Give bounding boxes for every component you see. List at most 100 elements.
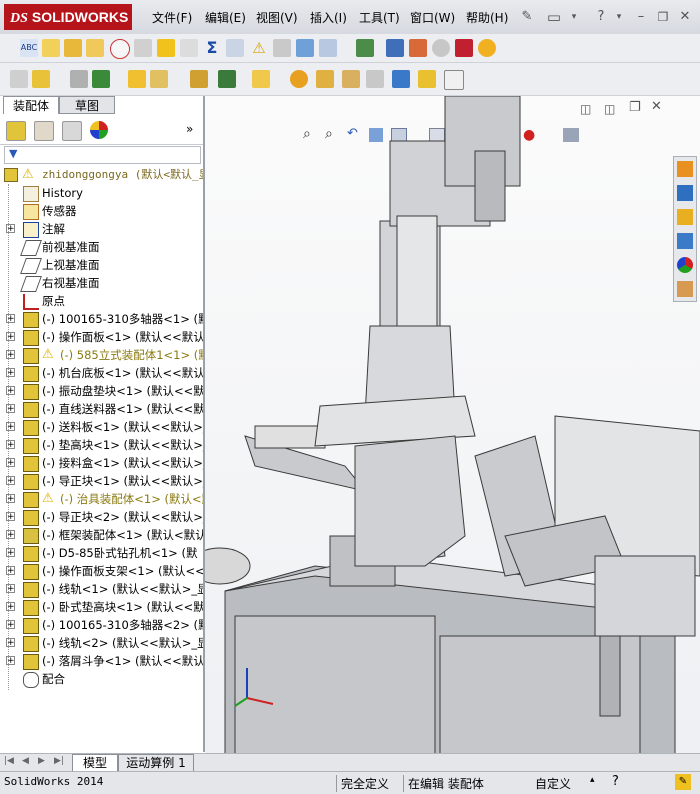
tree-item[interactable]: + (-) 框架装配体<1> (默认<默认 bbox=[0, 526, 203, 544]
tree-item[interactable]: 前视基准面 bbox=[0, 238, 203, 256]
check-icon[interactable] bbox=[157, 39, 175, 57]
units-selector[interactable]: 自定义 bbox=[535, 775, 571, 792]
reference-geometry-icon[interactable] bbox=[252, 70, 270, 88]
speedpak-icon[interactable] bbox=[418, 70, 436, 88]
tree-item[interactable]: + (-) 线轨<1> (默认<<默认>_显 bbox=[0, 580, 203, 598]
exploded-view-icon[interactable] bbox=[342, 70, 360, 88]
tree-item[interactable]: + (-) 接料盒<1> (默认<<默认>_ bbox=[0, 454, 203, 472]
tab-sketch[interactable]: 草图 bbox=[59, 96, 115, 114]
tree-item[interactable]: + (-) 导正块<2> (默认<<默认>_ bbox=[0, 508, 203, 526]
show-hidden-icon[interactable] bbox=[190, 70, 208, 88]
feature-manager-icon[interactable] bbox=[6, 121, 26, 141]
measure-icon[interactable] bbox=[86, 39, 104, 57]
tab-motion-study[interactable]: 运动算例 1 bbox=[118, 754, 194, 772]
balance-icon[interactable] bbox=[64, 39, 82, 57]
new-motion-icon[interactable] bbox=[290, 70, 308, 88]
photo-icon[interactable] bbox=[409, 39, 427, 57]
tree-item[interactable]: + (-) 操作面板<1> (默认<<默认> bbox=[0, 328, 203, 346]
component-icon[interactable] bbox=[296, 39, 314, 57]
sigma-icon[interactable]: Σ bbox=[203, 39, 221, 57]
tree-item[interactable]: + (-) 导正块<1> (默认<<默认>_ bbox=[0, 472, 203, 490]
chevron-down-icon[interactable]: ▾ bbox=[610, 8, 628, 26]
tree-item[interactable]: + (-) 机台底板<1> (默认<<默认 bbox=[0, 364, 203, 382]
interference-icon[interactable] bbox=[226, 39, 244, 57]
home-icon[interactable] bbox=[677, 161, 693, 177]
tree-item[interactable]: 右视基准面 bbox=[0, 274, 203, 292]
tree-item[interactable]: + (-) 落屑斗争<1> (默认<<默认 bbox=[0, 652, 203, 670]
tree-item[interactable]: + ⚠ (-) 治具装配体<1> (默认<默 bbox=[0, 490, 203, 508]
tree-item[interactable]: 原点 bbox=[0, 292, 203, 310]
graphics-viewport[interactable]: ⌕ ⌕ ↶ ◐ ● ◫ ◫ ❐ ✕ bbox=[205, 96, 700, 753]
tree-item[interactable]: + (-) 100165-310多轴器<1> (默 bbox=[0, 310, 203, 328]
minimize-icon[interactable]: – bbox=[632, 8, 650, 26]
tree-item[interactable]: + (-) 直线送料器<1> (默认<<默 bbox=[0, 400, 203, 418]
menu-view[interactable]: 视图(V) bbox=[256, 9, 298, 26]
menu-help[interactable]: 帮助(H) bbox=[466, 9, 508, 26]
tree-item[interactable]: + 注解 bbox=[0, 220, 203, 238]
tree-item[interactable]: 配合 bbox=[0, 670, 203, 688]
paperclip-icon[interactable] bbox=[70, 70, 88, 88]
gauge-icon[interactable] bbox=[110, 39, 130, 59]
help-icon[interactable]: ? bbox=[592, 8, 610, 26]
tree-item[interactable]: + (-) 卧式垫高块<1> (默认<<默 bbox=[0, 598, 203, 616]
tab-assembly[interactable]: 装配体 bbox=[3, 96, 59, 114]
render-icon[interactable] bbox=[386, 39, 404, 57]
table-icon[interactable] bbox=[356, 39, 374, 57]
help-icon[interactable]: ? bbox=[612, 774, 619, 789]
spelling-icon[interactable]: ABC bbox=[20, 39, 38, 57]
new-document-icon[interactable]: ▭ bbox=[545, 8, 563, 26]
check-gray-icon[interactable] bbox=[180, 39, 198, 57]
tree-item[interactable]: + ⚠ (-) 585立式装配体1<1> (默 bbox=[0, 346, 203, 364]
appearances-icon[interactable] bbox=[677, 257, 693, 273]
pattern-icon[interactable] bbox=[319, 39, 337, 57]
next-tab-arrow-icon[interactable]: ▶ bbox=[38, 756, 45, 766]
menu-tools[interactable]: 工具(T) bbox=[359, 9, 400, 26]
expand-panel-icon[interactable]: » bbox=[186, 122, 193, 136]
menu-insert[interactable]: 插入(I) bbox=[310, 9, 347, 26]
check-circle-icon[interactable] bbox=[432, 39, 450, 57]
mirror-icon[interactable] bbox=[273, 39, 291, 57]
tab-model[interactable]: 模型 bbox=[72, 754, 118, 772]
tree-item[interactable]: + (-) 100165-310多轴器<2> (默 bbox=[0, 616, 203, 634]
tree-item[interactable]: + (-) 垫高块<1> (默认<<默认>_ bbox=[0, 436, 203, 454]
resources-icon[interactable] bbox=[677, 185, 693, 201]
assembly-features-icon[interactable] bbox=[218, 70, 236, 88]
custom-properties-icon[interactable] bbox=[677, 281, 693, 297]
scene-icon[interactable] bbox=[478, 39, 496, 57]
notification-icon[interactable]: ✎ bbox=[675, 774, 691, 790]
restore-icon[interactable]: ❐ bbox=[654, 8, 672, 26]
linear-pattern-icon[interactable] bbox=[92, 70, 110, 88]
close-icon[interactable]: ✕ bbox=[676, 8, 694, 26]
menu-window[interactable]: 窗口(W) bbox=[410, 9, 455, 26]
tree-item[interactable]: 上视基准面 bbox=[0, 256, 203, 274]
instant3d-icon[interactable] bbox=[392, 70, 410, 88]
tree-item[interactable]: + (-) 操作面板支架<1> (默认<< bbox=[0, 562, 203, 580]
property-manager-icon[interactable] bbox=[34, 121, 54, 141]
tree-item[interactable]: + (-) 振动盘垫块<1> (默认<<默 bbox=[0, 382, 203, 400]
insert-component-icon[interactable] bbox=[10, 70, 28, 88]
solidworks-logo[interactable]: DS SOLIDWORKS bbox=[4, 4, 132, 30]
warning-icon[interactable]: ⚠ bbox=[250, 39, 268, 57]
explode-line-icon[interactable] bbox=[366, 70, 384, 88]
tree-item[interactable]: + (-) 送料板<1> (默认<<默认>_ bbox=[0, 418, 203, 436]
snapshot-icon[interactable] bbox=[444, 70, 464, 90]
first-tab-arrow-icon[interactable]: |◀ bbox=[4, 756, 14, 766]
appearance-icon[interactable] bbox=[455, 39, 473, 57]
previous-tab-arrow-icon[interactable]: ◀ bbox=[22, 756, 29, 766]
move-component-icon[interactable] bbox=[150, 70, 168, 88]
tree-item[interactable]: History bbox=[0, 184, 203, 202]
tree-item[interactable]: + (-) D5-85卧式钻孔机<1> (默 bbox=[0, 544, 203, 562]
folder-icon[interactable] bbox=[677, 209, 693, 225]
sketch-icon[interactable] bbox=[42, 39, 60, 57]
menu-edit[interactable]: 编辑(E) bbox=[205, 9, 246, 26]
configuration-manager-icon[interactable] bbox=[62, 121, 82, 141]
tree-root[interactable]: ⚠ zhidonggongya (默认<默认_显 bbox=[0, 166, 203, 184]
hand-icon[interactable] bbox=[134, 39, 152, 57]
menu-file[interactable]: 文件(F) bbox=[152, 9, 192, 26]
pin-icon[interactable]: ✎ bbox=[518, 8, 536, 26]
bom-icon[interactable] bbox=[316, 70, 334, 88]
smart-fastener-icon[interactable] bbox=[128, 70, 146, 88]
tree-item[interactable]: 传感器 bbox=[0, 202, 203, 220]
mate-icon[interactable] bbox=[32, 70, 50, 88]
chevron-up-icon[interactable]: ▴ bbox=[590, 775, 595, 785]
